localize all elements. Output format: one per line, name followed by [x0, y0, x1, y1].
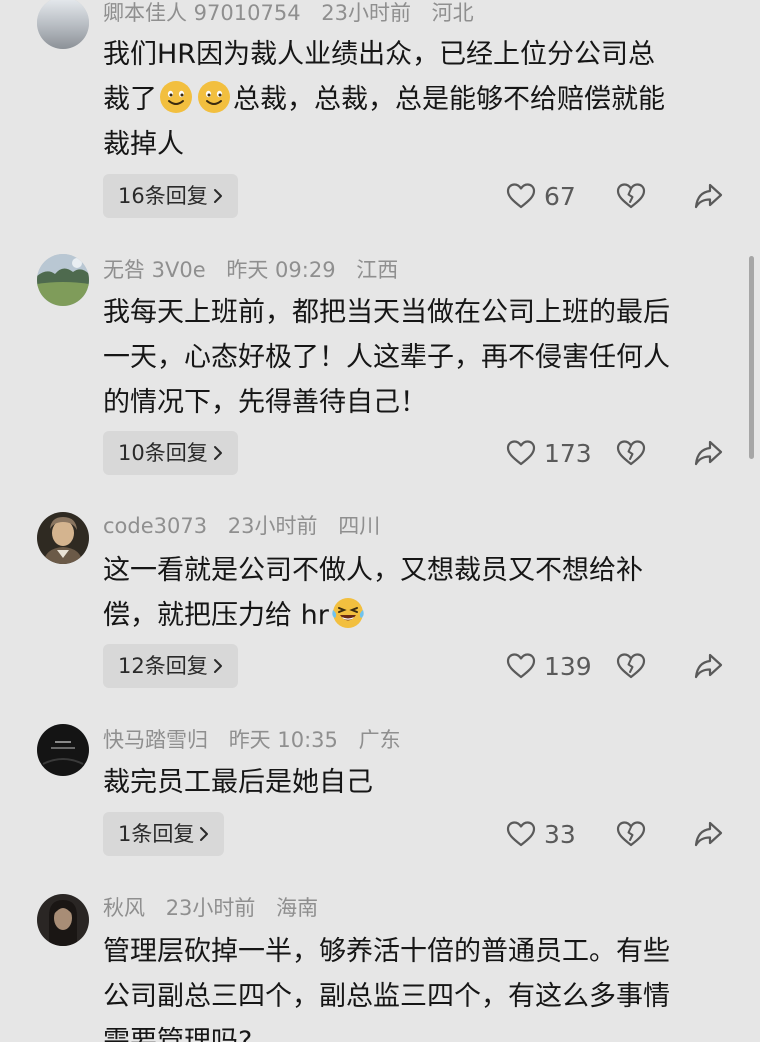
avatar[interactable]	[37, 254, 89, 306]
location: 四川	[338, 514, 381, 538]
smile-emoji	[198, 81, 230, 113]
comment-actions: 139	[506, 644, 736, 688]
comment-line: 裁了 总裁，总裁，总是能够不给赔偿就能	[103, 77, 733, 122]
comment-line: 我们HR因为裁人业绩出众，已经上位分公司总	[103, 39, 656, 70]
reply-count: 16条回复	[118, 184, 208, 208]
comment-line: 需要管理吗?	[103, 1026, 253, 1042]
portrait-painting-avatar	[37, 512, 89, 564]
username[interactable]: 无咎 3V0e	[103, 258, 206, 282]
grey-gradient-avatar	[37, 0, 89, 49]
comment-text: 裁完员工最后是她自己	[103, 760, 733, 805]
dark-avatar	[37, 724, 89, 776]
comment-actions: 173	[506, 431, 736, 475]
like-button[interactable]: 173	[506, 431, 592, 475]
comment-line: 的情况下，先得善待自己！	[103, 387, 427, 418]
chevron-right-icon	[200, 827, 209, 841]
timestamp: 23小时前	[165, 896, 256, 920]
like-count: 33	[544, 819, 576, 849]
reply-count: 1条回复	[118, 822, 195, 846]
smile-emoji	[160, 81, 192, 113]
heart-outline-icon	[506, 440, 536, 466]
location: 海南	[276, 896, 319, 920]
comment-line: 这一看就是公司不做人，又想裁员又不想给补	[103, 555, 643, 586]
like-button[interactable]: 33	[506, 812, 576, 856]
view-replies-button[interactable]: 12条回复	[103, 644, 238, 688]
reply-count: 10条回复	[118, 441, 208, 465]
comment-text: 管理层砍掉一半，够养活十倍的普通员工。有些 公司副总三四个，副总监三四个，有这么…	[103, 929, 733, 1042]
broken-heart-icon[interactable]	[616, 651, 646, 681]
like-count: 67	[544, 181, 576, 211]
chevron-right-icon	[213, 659, 222, 673]
avatar[interactable]	[37, 724, 89, 776]
comment-line: 裁完员工最后是她自己	[103, 767, 373, 798]
comment-meta: code3073 23小时前 四川	[103, 510, 394, 542]
scrollbar[interactable]	[749, 256, 754, 459]
avatar[interactable]	[37, 0, 89, 49]
timestamp: 23小时前	[227, 514, 318, 538]
comment-actions: 33	[506, 812, 736, 856]
username[interactable]: 卿本佳人 97010754	[103, 1, 301, 25]
comment-line: 裁掉人	[103, 129, 184, 160]
comment-line: 我每天上班前，都把当天当做在公司上班的最后	[103, 297, 670, 328]
broken-heart-icon[interactable]	[616, 181, 646, 211]
share-arrow-icon[interactable]	[693, 819, 723, 849]
username[interactable]: 秋风	[103, 896, 145, 920]
like-button[interactable]: 139	[506, 644, 592, 688]
laughing-tears-emoji	[332, 598, 364, 628]
heart-outline-icon	[506, 183, 536, 209]
comment-feed[interactable]: 卿本佳人 97010754 23小时前 河北 我们HR因为裁人业绩出众，已经上位…	[0, 0, 760, 1042]
comment-meta: 秋风 23小时前 海南	[103, 892, 332, 924]
share-arrow-icon[interactable]	[693, 181, 723, 211]
view-replies-button[interactable]: 16条回复	[103, 174, 238, 218]
chevron-right-icon	[213, 189, 222, 203]
username[interactable]: 快马踏雪归	[103, 728, 208, 752]
view-replies-button[interactable]: 10条回复	[103, 431, 238, 475]
comment-line: 偿，就把压力给 hr	[103, 593, 733, 638]
chevron-right-icon	[213, 446, 222, 460]
location: 江西	[356, 258, 399, 282]
like-count: 173	[544, 438, 592, 468]
share-arrow-icon[interactable]	[693, 438, 723, 468]
timestamp: 昨天 10:35	[228, 728, 338, 752]
comment-line: 管理层砍掉一半，够养活十倍的普通员工。有些	[103, 936, 670, 967]
location: 广东	[358, 728, 401, 752]
share-arrow-icon[interactable]	[693, 651, 723, 681]
landscape-avatar	[37, 254, 89, 306]
comment-text: 这一看就是公司不做人，又想裁员又不想给补 偿，就把压力给 hr	[103, 548, 733, 638]
timestamp: 昨天 09:29	[226, 258, 336, 282]
heart-outline-icon	[506, 821, 536, 847]
long-hair-portrait-avatar	[37, 894, 89, 946]
comment-line: 一天，心态好极了！人这辈子，再不侵害任何人	[103, 342, 670, 373]
comment-fragment: 裁了	[103, 84, 157, 115]
like-button[interactable]: 67	[506, 174, 576, 218]
reply-count: 12条回复	[118, 654, 208, 678]
heart-outline-icon	[506, 653, 536, 679]
comment-actions: 67	[506, 174, 736, 218]
broken-heart-icon[interactable]	[616, 438, 646, 468]
comment-fragment: 偿，就把压力给 hr	[103, 600, 329, 631]
comment-meta: 快马踏雪归 昨天 10:35 广东	[103, 724, 415, 756]
avatar[interactable]	[37, 894, 89, 946]
comment-text: 我们HR因为裁人业绩出众，已经上位分公司总 裁了 总裁，总裁，总是能够不给赔偿就能…	[103, 32, 733, 167]
username[interactable]: code3073	[103, 514, 207, 538]
broken-heart-icon[interactable]	[616, 819, 646, 849]
timestamp: 23小时前	[321, 1, 411, 25]
comment-text: 我每天上班前，都把当天当做在公司上班的最后 一天，心态好极了！人这辈子，再不侵害…	[103, 290, 733, 425]
like-count: 139	[544, 651, 592, 681]
location: 河北	[431, 1, 474, 25]
comment-meta: 卿本佳人 97010754 23小时前 河北	[103, 0, 488, 29]
comment-meta: 无咎 3V0e 昨天 09:29 江西	[103, 254, 412, 286]
comment-line: 公司副总三四个，副总监三四个，有这么多事情	[103, 981, 670, 1012]
view-replies-button[interactable]: 1条回复	[103, 812, 225, 856]
comment-fragment: 总裁，总裁，总是能够不给赔偿就能	[233, 84, 665, 115]
avatar[interactable]	[37, 512, 89, 564]
